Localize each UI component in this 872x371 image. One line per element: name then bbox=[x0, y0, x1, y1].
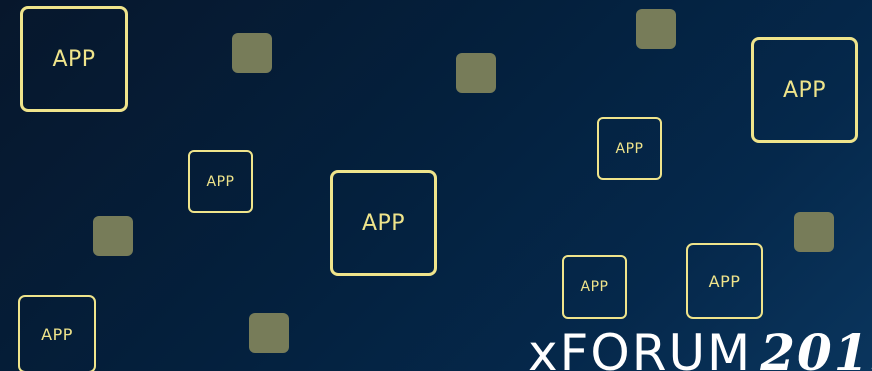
decorative-square bbox=[456, 53, 496, 93]
xforum-2019-wordmark: xFORUM2019 bbox=[528, 328, 872, 371]
app-tile: APP bbox=[562, 255, 627, 319]
decorative-square bbox=[249, 313, 289, 353]
app-tile: APP bbox=[20, 6, 128, 112]
decorative-square bbox=[794, 212, 834, 252]
app-tile-label: APP bbox=[708, 271, 741, 291]
app-tile: APP bbox=[18, 295, 96, 371]
decorative-square bbox=[636, 9, 676, 49]
app-tile-label: APP bbox=[52, 46, 96, 72]
app-tile-label: APP bbox=[580, 279, 609, 295]
app-tile-label: APP bbox=[41, 324, 73, 344]
app-tile: APP bbox=[188, 150, 253, 213]
app-tile-label: APP bbox=[782, 77, 827, 103]
decorative-square bbox=[232, 33, 272, 73]
decorative-square bbox=[93, 216, 133, 256]
app-tile: APP bbox=[330, 170, 437, 276]
app-tile: APP bbox=[597, 117, 662, 180]
wordmark-year: 2019 bbox=[760, 323, 872, 371]
app-tile-label: APP bbox=[615, 140, 644, 157]
app-tile: APP bbox=[751, 37, 858, 143]
wordmark-name: xFORUM bbox=[528, 324, 753, 371]
banner-canvas: APP APP APP APP APP APP APP APP xFORUM 20… bbox=[0, 0, 872, 371]
app-tile-label: APP bbox=[206, 173, 235, 190]
app-tile-label: APP bbox=[361, 210, 406, 236]
app-tile: APP bbox=[686, 243, 763, 319]
